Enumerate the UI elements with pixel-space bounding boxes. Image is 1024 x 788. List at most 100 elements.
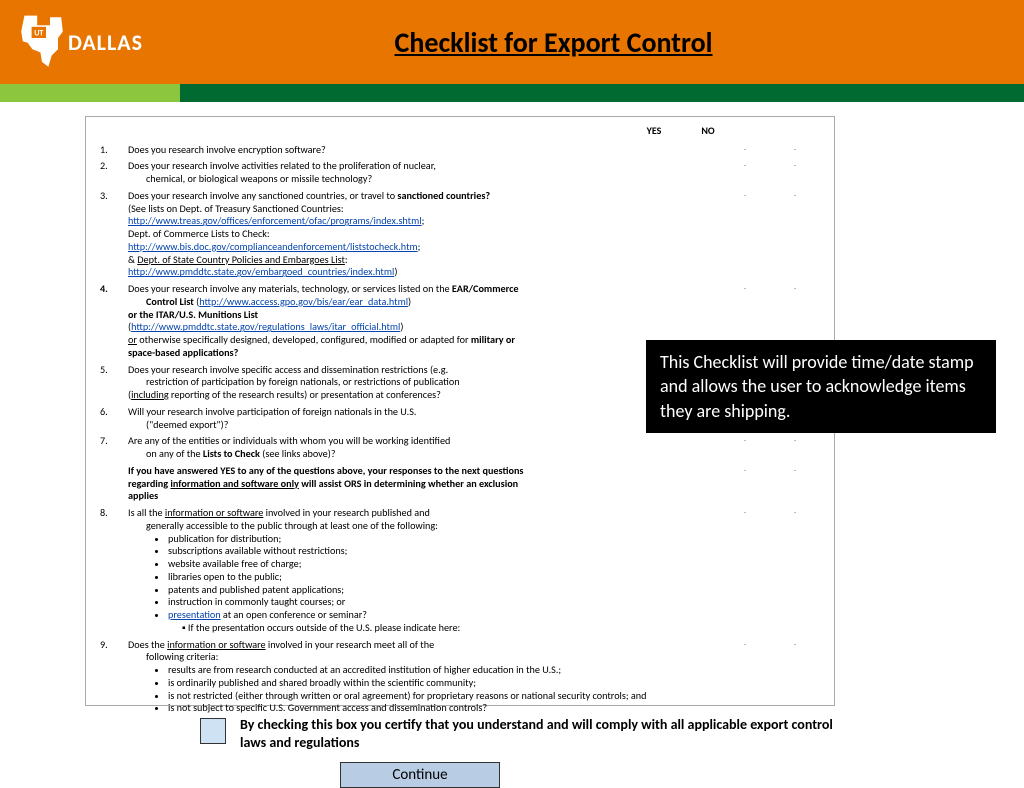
line: Does your research involve activities re…: [128, 159, 436, 172]
q-num: 4.: [100, 283, 128, 360]
bullet: libraries open to the public;: [168, 571, 710, 584]
q-text: Does your research involve specific acce…: [128, 364, 720, 402]
yes-slot[interactable]: -: [720, 144, 770, 157]
yes-slot[interactable]: -: [720, 435, 770, 461]
divider-band: [0, 84, 1024, 102]
green-segment: [180, 84, 1024, 102]
line: Does the: [128, 638, 167, 651]
column-headers: YES NO: [100, 125, 820, 138]
spacer: [100, 465, 128, 503]
yes-header: YES: [642, 125, 666, 138]
q-num: 3.: [100, 190, 128, 279]
yes-slot[interactable]: -: [720, 190, 770, 279]
q-text: Are any of the entities or individuals w…: [128, 435, 720, 461]
line: information or software: [165, 506, 263, 519]
certify-text: By checking this box you certify that yo…: [240, 716, 840, 752]
line: &: [128, 253, 137, 266]
state-link[interactable]: http://www.pmddtc.state.gov/embargoed_co…: [128, 265, 394, 278]
certify-checkbox[interactable]: [200, 718, 226, 744]
line: EAR/Commerce: [452, 282, 519, 295]
lime-segment: [0, 84, 180, 102]
line: Is all the: [128, 506, 165, 519]
line: regarding: [128, 477, 170, 490]
q-text: Does you research involve encryption sof…: [128, 144, 720, 157]
line: Will your research involve participation…: [128, 405, 416, 418]
question-7: 7. Are any of the entities or individual…: [100, 435, 820, 461]
line: space-based applications?: [128, 346, 238, 359]
q-num: 6.: [100, 406, 128, 432]
line: on any of the: [128, 447, 203, 460]
line: Does your research involve any materials…: [128, 282, 452, 295]
line: following criteria:: [128, 650, 218, 663]
no-header: NO: [696, 125, 720, 138]
bullet: is not subject to specific U.S. Governme…: [168, 702, 710, 715]
line: Lists to Check: [203, 447, 260, 460]
q-num: 1.: [100, 144, 128, 157]
utd-logo: UT DALLAS: [18, 14, 143, 70]
footer-area: By checking this box you certify that yo…: [200, 716, 840, 788]
bullet: website available free of charge;: [168, 558, 710, 571]
line: (See lists on Dept. of Treasury Sanction…: [128, 202, 344, 215]
no-slot[interactable]: -: [770, 435, 820, 461]
q-num: 5.: [100, 364, 128, 402]
question-2: 2. Does your research involve activities…: [100, 160, 820, 186]
line: chemical, or biological weapons or missi…: [128, 172, 372, 185]
q-text: Will your research involve participation…: [128, 406, 720, 432]
line: involved in your research published and: [263, 506, 430, 519]
line: including: [131, 388, 169, 401]
q-num: 7.: [100, 435, 128, 461]
presentation-link[interactable]: presentation: [168, 608, 221, 621]
header-bar: UT DALLAS Checklist for Export Control: [0, 0, 1024, 84]
svg-text:UT: UT: [34, 29, 43, 39]
q9-bullets: results are from research conducted at a…: [128, 664, 710, 715]
line: ("deemed export")?: [128, 418, 228, 431]
line: otherwise specifically designed, develop…: [137, 333, 471, 346]
bullet: is ordinarily published and shared broad…: [168, 677, 710, 690]
bullet: presentation at an open conference or se…: [168, 609, 710, 622]
line: information and software only: [170, 477, 299, 490]
line: generally accessible to the public throu…: [128, 519, 438, 532]
line: Dept. of State Country Policies and Emba…: [137, 253, 345, 266]
line: (see links above)?: [260, 447, 336, 460]
question-9: 9. Does the information or software invo…: [100, 639, 820, 716]
treasury-link[interactable]: http://www.treas.gov/offices/enforcement…: [128, 214, 422, 227]
line: or: [128, 333, 137, 346]
bullet: results are from research conducted at a…: [168, 664, 710, 677]
line: restriction of participation by foreign …: [128, 375, 460, 388]
commerce-link[interactable]: http://www.bis.doc.gov/complianceandenfo…: [128, 240, 418, 253]
q-text: Does your research involve any sanctione…: [128, 190, 720, 279]
line: Does your research involve specific acce…: [128, 363, 448, 376]
line: sanctioned countries?: [397, 189, 490, 202]
ear-link[interactable]: http://www.access.gpo.gov/bis/ear/ear_da…: [199, 295, 408, 308]
line: reporting of the research results) or pr…: [169, 388, 441, 401]
page-title: Checklist for Export Control: [143, 25, 1024, 60]
sub-bullet: ▪ If the presentation occurs outside of …: [128, 622, 710, 635]
no-slot[interactable]: -: [770, 639, 820, 716]
no-slot[interactable]: -: [770, 160, 820, 186]
line: at an open conference or seminar?: [221, 608, 367, 621]
note-text: If you have answered YES to any of the q…: [128, 465, 720, 503]
yes-slot[interactable]: -: [720, 465, 770, 503]
line: Does your research involve any sanctione…: [128, 189, 397, 202]
q-text: Is all the information or software invol…: [128, 507, 720, 635]
no-slot[interactable]: -: [770, 507, 820, 635]
question-1: 1. Does you research involve encryption …: [100, 144, 820, 157]
no-slot[interactable]: -: [770, 144, 820, 157]
yes-slot[interactable]: -: [720, 507, 770, 635]
line: military or: [471, 333, 515, 346]
yes-slot[interactable]: -: [720, 639, 770, 716]
line: Control List: [128, 295, 194, 308]
itar-link[interactable]: http://www.pmddtc.state.gov/regulations_…: [131, 320, 400, 333]
question-3: 3. Does your research involve any sancti…: [100, 190, 820, 279]
note-block: If you have answered YES to any of the q…: [100, 465, 820, 503]
no-slot[interactable]: -: [770, 190, 820, 279]
q-text: Does your research involve activities re…: [128, 160, 720, 186]
certify-row: By checking this box you certify that yo…: [200, 716, 840, 752]
yes-slot[interactable]: -: [720, 160, 770, 186]
q-num: 2.: [100, 160, 128, 186]
info-callout: This Checklist will provide time/date st…: [646, 340, 996, 433]
continue-button[interactable]: Continue: [340, 762, 500, 788]
line: If you have answered YES to any of the q…: [128, 464, 523, 477]
q-num: 8.: [100, 507, 128, 635]
no-slot[interactable]: -: [770, 465, 820, 503]
